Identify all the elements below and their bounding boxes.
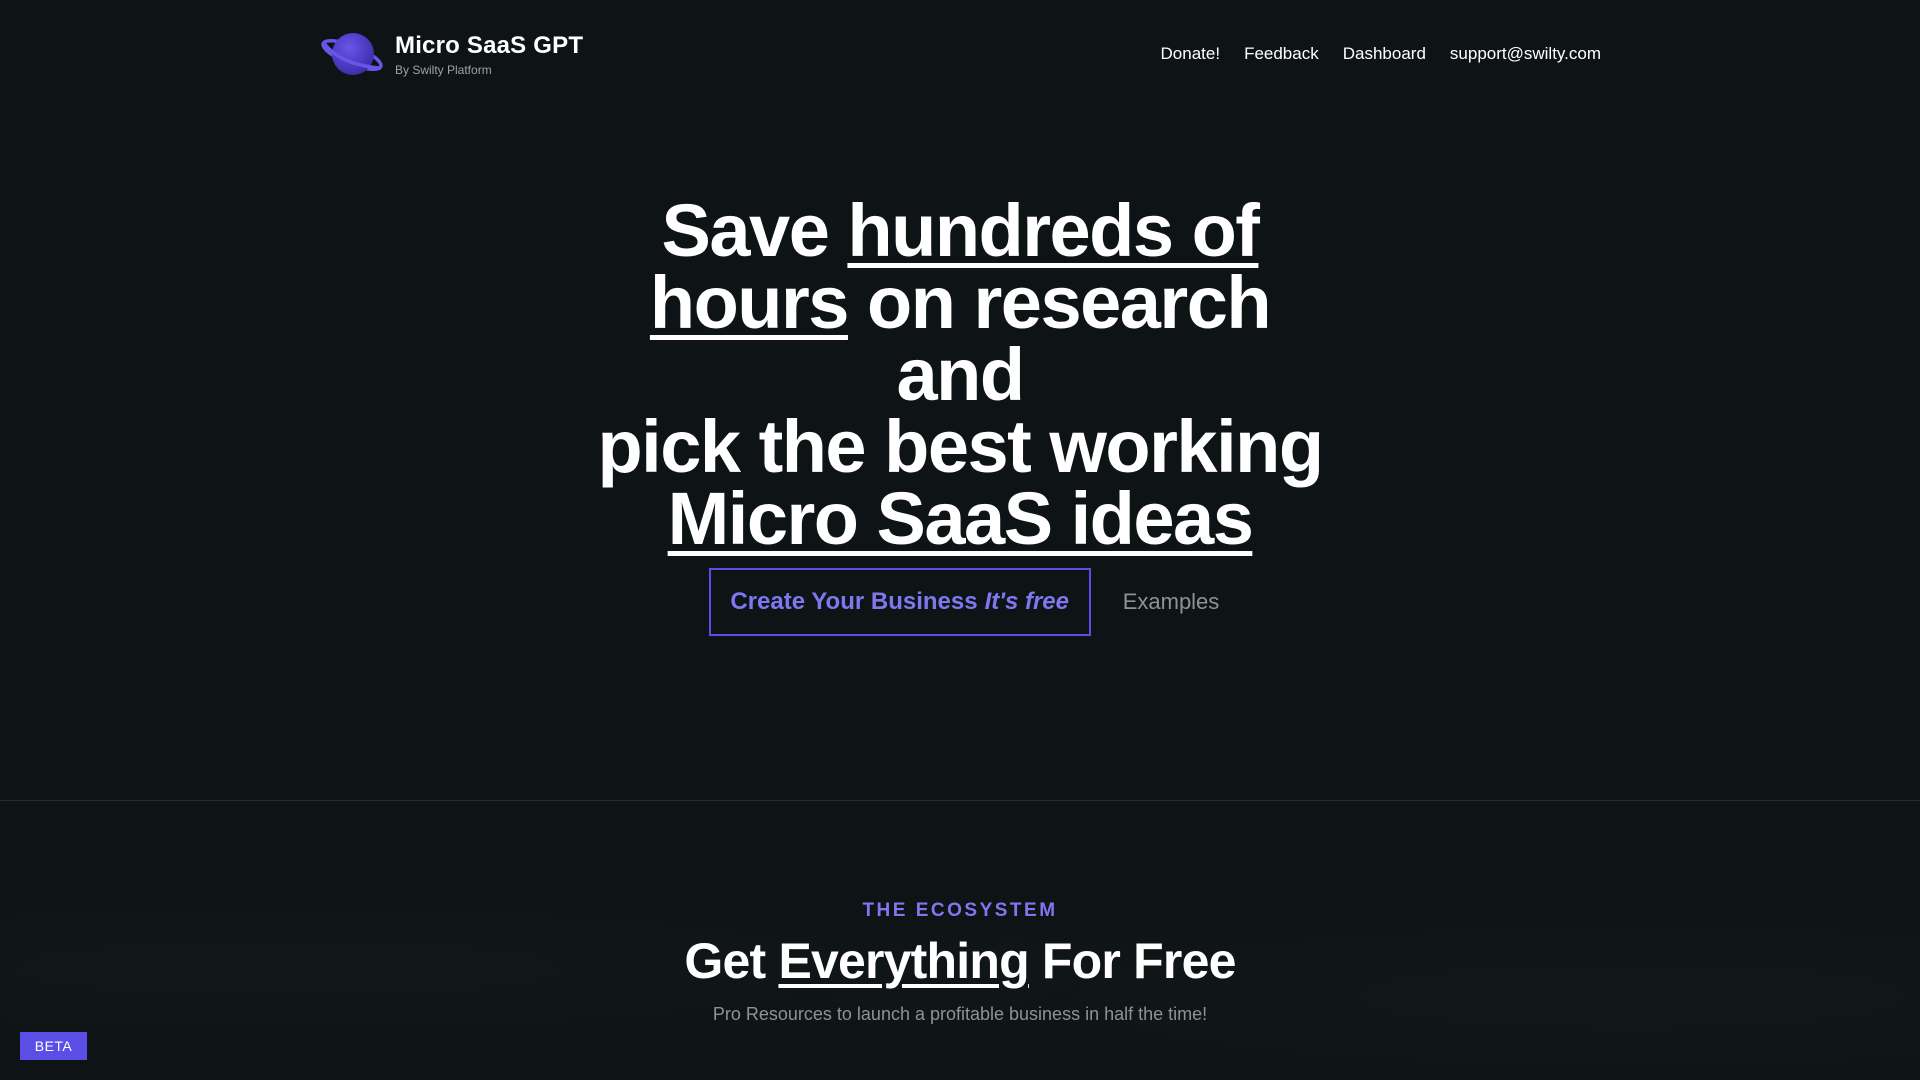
hero-headline: Save hundreds of hours on research and p…: [580, 194, 1340, 556]
create-business-button[interactable]: Create Your Business It's free: [708, 568, 1091, 636]
brand[interactable]: Micro SaaS GPT By Swilty Platform: [319, 28, 583, 80]
create-business-label: Create Your Business: [730, 588, 978, 615]
headline-text: on research and: [847, 261, 1272, 416]
examples-link[interactable]: Examples: [1123, 589, 1220, 615]
headline-underlined: hundreds of: [847, 189, 1260, 272]
brand-title: Micro SaaS GPT: [395, 31, 584, 59]
nav-support-email-link[interactable]: support@swilty.com: [1450, 44, 1601, 64]
headline-text: pick the best working: [597, 405, 1324, 488]
ecosystem-title-text: Get: [684, 933, 779, 989]
top-nav: Donate! Feedback Dashboard support@swilt…: [1161, 44, 1601, 64]
headline-text: Save: [661, 189, 848, 272]
ecosystem-subtitle: Pro Resources to launch a profitable bus…: [712, 1004, 1208, 1024]
ecosystem-kicker: THE ECOSYSTEM: [862, 900, 1058, 921]
site-header: Micro SaaS GPT By Swilty Platform Donate…: [319, 26, 1601, 82]
its-free-label: It's free: [984, 588, 1070, 615]
hero: Save hundreds of hours on research and p…: [0, 194, 1920, 556]
ecosystem-title-underlined: Everything: [778, 933, 1029, 989]
headline-underlined: hours: [649, 261, 850, 344]
page: Micro SaaS GPT By Swilty Platform Donate…: [0, 0, 1920, 1080]
cta-row: Create Your Business It's free Examples: [0, 568, 1920, 636]
planet-icon: [321, 33, 383, 75]
ecosystem-title-text: For Free: [1028, 933, 1236, 989]
brand-text: Micro SaaS GPT By Swilty Platform: [395, 32, 583, 77]
beta-badge[interactable]: BETA: [20, 1032, 87, 1060]
brand-subtitle: By Swilty Platform: [395, 62, 492, 77]
ecosystem-title: Get Everything For Free: [0, 932, 1920, 990]
nav-feedback-link[interactable]: Feedback: [1244, 44, 1319, 64]
nav-donate-link[interactable]: Donate!: [1161, 44, 1221, 64]
nav-dashboard-link[interactable]: Dashboard: [1343, 44, 1426, 64]
ecosystem-section: THE ECOSYSTEM Get Everything For Free Pr…: [0, 900, 1920, 1025]
headline-underlined: Micro SaaS ideas: [667, 477, 1254, 560]
